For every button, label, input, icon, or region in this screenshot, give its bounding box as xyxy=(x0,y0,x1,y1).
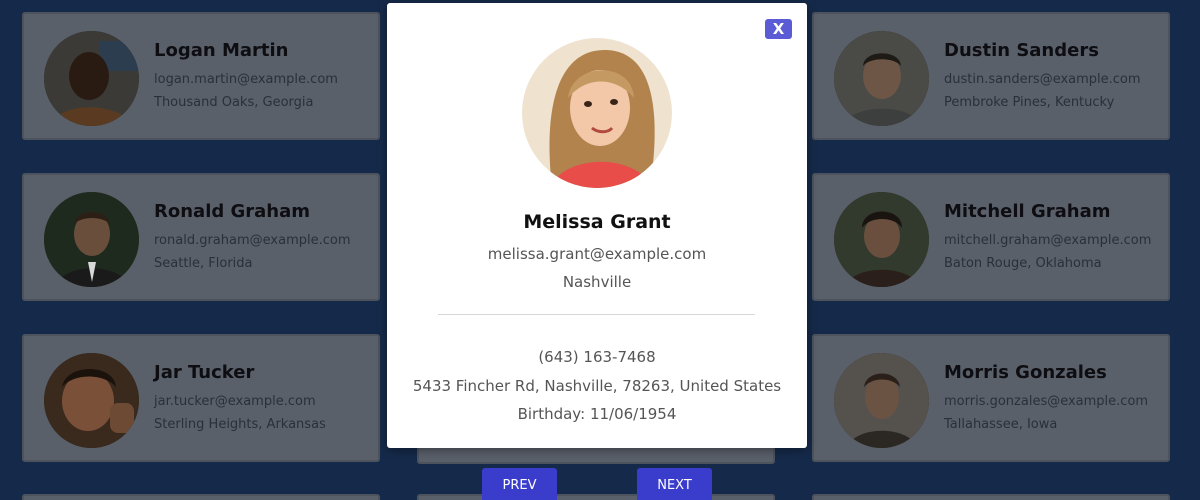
user-card[interactable] xyxy=(22,494,380,500)
user-birthday: Birthday: 11/06/1954 xyxy=(387,405,807,423)
birthday-label: Birthday: xyxy=(517,405,586,423)
user-location: Sterling Heights, Arkansas xyxy=(154,417,326,432)
avatar xyxy=(834,353,929,448)
user-name: Ronald Graham xyxy=(154,201,311,222)
avatar xyxy=(44,192,139,287)
divider xyxy=(438,314,755,315)
person-photo-icon xyxy=(44,192,139,287)
avatar xyxy=(44,353,139,448)
user-card[interactable]: Jar Tucker jar.tucker@example.com Sterli… xyxy=(22,334,380,462)
user-phone: (643) 163-7468 xyxy=(538,348,656,366)
avatar xyxy=(834,31,929,126)
user-location: Baton Rouge, Oklahoma xyxy=(944,256,1102,271)
user-email: morris.gonzales@example.com xyxy=(944,394,1149,409)
person-photo-icon xyxy=(834,192,929,287)
next-button[interactable]: NEXT xyxy=(637,468,712,500)
user-card[interactable]: Ronald Graham ronald.graham@example.com … xyxy=(22,173,380,301)
user-name: Logan Martin xyxy=(154,40,289,61)
user-email: mitchell.graham@example.com xyxy=(944,233,1152,248)
avatar xyxy=(522,38,672,188)
user-location: Tallahassee, Iowa xyxy=(944,417,1058,432)
user-card[interactable] xyxy=(812,494,1170,500)
user-email: melissa.grant@example.com xyxy=(487,245,707,263)
user-name: Mitchell Graham xyxy=(944,201,1111,222)
user-location: Pembroke Pines, Kentucky xyxy=(944,95,1115,110)
user-email: jar.tucker@example.com xyxy=(154,394,316,409)
person-photo-icon xyxy=(834,353,929,448)
user-name: Dustin Sanders xyxy=(944,40,1099,61)
user-card[interactable]: Logan Martin logan.martin@example.com Th… xyxy=(22,12,380,140)
user-detail-modal: X Melissa Grant melissa.grant@example.co… xyxy=(387,3,807,448)
close-button[interactable]: X xyxy=(765,19,792,39)
prev-button[interactable]: PREV xyxy=(482,468,557,500)
user-location: Nashville xyxy=(562,273,632,291)
user-card[interactable]: Dustin Sanders dustin.sanders@example.co… xyxy=(812,12,1170,140)
user-email: ronald.graham@example.com xyxy=(154,233,351,248)
birthday-value: 11/06/1954 xyxy=(589,405,677,423)
user-email: logan.martin@example.com xyxy=(154,72,338,87)
user-card[interactable]: Morris Gonzales morris.gonzales@example.… xyxy=(812,334,1170,462)
user-card[interactable]: Mitchell Graham mitchell.graham@example.… xyxy=(812,173,1170,301)
person-photo-icon xyxy=(522,38,672,188)
user-location: Thousand Oaks, Georgia xyxy=(154,95,314,110)
user-address: 5433 Fincher Rd, Nashville, 78263, Unite… xyxy=(412,377,782,395)
user-email: dustin.sanders@example.com xyxy=(944,72,1141,87)
person-photo-icon xyxy=(44,353,139,448)
user-name: Melissa Grant xyxy=(523,211,671,233)
avatar xyxy=(834,192,929,287)
user-card[interactable] xyxy=(417,494,775,500)
person-photo-icon xyxy=(44,31,139,126)
user-location: Seattle, Florida xyxy=(154,256,253,271)
user-name: Jar Tucker xyxy=(154,362,255,383)
avatar xyxy=(44,31,139,126)
user-name: Morris Gonzales xyxy=(944,362,1107,383)
person-photo-icon xyxy=(834,31,929,126)
